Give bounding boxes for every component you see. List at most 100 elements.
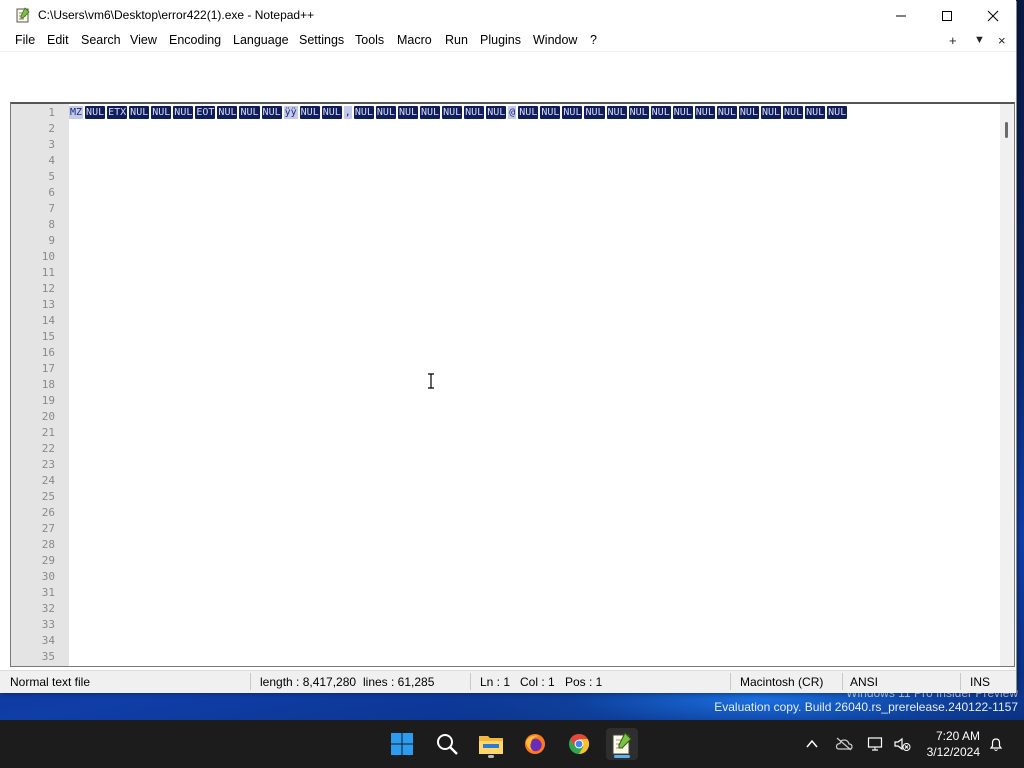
text-token: @ — [508, 106, 517, 119]
chevron-up-icon — [806, 739, 818, 748]
control-char-token: NUL — [420, 106, 441, 119]
menu-tools[interactable]: Tools — [355, 33, 384, 47]
vertical-scrollbar[interactable] — [1000, 104, 1014, 666]
menu-encoding[interactable]: Encoding — [169, 33, 221, 47]
taskbar: 7:20 AM 3/12/2024 — [0, 720, 1024, 768]
taskbar-search-button[interactable] — [431, 728, 463, 760]
taskbar-notepadpp[interactable] — [606, 728, 638, 760]
control-char-token: NUL — [805, 106, 826, 119]
line-number: 21 — [41, 426, 55, 439]
taskbar-file-explorer[interactable] — [475, 728, 507, 760]
control-char-token: NUL — [716, 106, 737, 119]
status-col: Col : 1 — [520, 675, 555, 689]
text-token: , — [343, 106, 352, 119]
watermark-line2: Evaluation copy. Build 26040.rs_prerelea… — [714, 700, 1018, 714]
new-tab-button[interactable]: + — [949, 33, 957, 48]
close-button[interactable] — [970, 0, 1016, 31]
close-icon — [987, 10, 999, 21]
editor-line-1[interactable]: MZ NUL ETX NUL NUL NUL EOT NUL NUL NUL ÿÿ NUL NUL, NU… — [69, 105, 849, 120]
control-char-token: EOT — [195, 106, 216, 119]
show-hidden-icons-button[interactable] — [802, 734, 822, 754]
minimize-button[interactable] — [878, 0, 924, 31]
line-number: 31 — [41, 586, 55, 599]
menu-language[interactable]: Language — [233, 33, 289, 47]
status-length: length : 8,417,280 — [260, 675, 357, 689]
status-eol: Macintosh (CR) — [740, 675, 824, 689]
line-number: 32 — [41, 602, 55, 615]
menu-search[interactable]: Search — [81, 33, 121, 47]
menu-file[interactable]: File — [15, 33, 35, 47]
line-number: 9 — [48, 234, 55, 247]
control-char-token: NUL — [760, 106, 782, 119]
tray-volume[interactable] — [892, 734, 912, 754]
status-pos: Pos : 1 — [565, 675, 603, 689]
firefox-icon — [525, 734, 545, 754]
line-number: 5 — [48, 170, 55, 183]
taskbar-firefox[interactable] — [519, 728, 551, 760]
control-char-token: NUL — [151, 106, 172, 119]
title-bar[interactable]: C:\Users\vm6\Desktop\error422(1).exe - N… — [0, 0, 1016, 31]
control-char-token: NUL — [694, 106, 715, 119]
line-number: 12 — [41, 282, 55, 295]
volume-muted-icon — [894, 737, 911, 751]
line-number: 29 — [41, 554, 55, 567]
notepadpp-app-icon — [16, 7, 30, 23]
line-number: 2 — [48, 122, 55, 135]
menu-bar: File Edit Search View Encoding Language … — [0, 31, 1016, 51]
line-number: 17 — [41, 362, 55, 375]
control-char-token: NUL — [738, 106, 759, 119]
menu-run[interactable]: Run — [445, 33, 468, 47]
system-clock[interactable]: 7:20 AM 3/12/2024 — [927, 728, 980, 760]
text-area[interactable]: MZ NUL ETX NUL NUL NUL EOT NUL NUL NUL ÿÿ NUL NUL, NU… — [69, 104, 1000, 666]
notepadpp-icon — [612, 732, 632, 755]
menu-view[interactable]: View — [130, 33, 157, 47]
line-number: 3 — [48, 138, 55, 151]
menu-help[interactable]: ? — [590, 33, 597, 47]
status-bar: Normal text file length : 8,417,280 line… — [0, 670, 1016, 693]
taskbar-chrome[interactable] — [563, 728, 595, 760]
tray-network[interactable] — [866, 734, 886, 754]
line-number: 19 — [41, 394, 55, 407]
tab-list-dropdown-button[interactable]: ▼ — [974, 34, 985, 46]
menu-settings[interactable]: Settings — [299, 33, 344, 47]
status-file-type: Normal text file — [10, 675, 91, 689]
control-char-token: NUL — [672, 106, 693, 119]
maximize-button[interactable] — [924, 0, 970, 31]
close-tab-button[interactable]: × — [998, 33, 1006, 48]
status-divider — [842, 673, 843, 690]
menu-window[interactable]: Window — [533, 33, 577, 47]
tray-onedrive[interactable] — [834, 734, 854, 754]
menu-edit[interactable]: Edit — [47, 33, 69, 47]
text-token: MZ — [69, 106, 84, 119]
control-char-token: NUL — [827, 106, 848, 119]
line-number-gutter: 1 2 3 4 5 6 7 8 9 10 11 12 13 14 15 16 17 18 19 20 21 22 23 24 2… — [11, 104, 69, 666]
menu-plugins[interactable]: Plugins — [480, 33, 521, 47]
text-token: ÿÿ — [283, 106, 298, 119]
line-number: 6 — [48, 186, 55, 199]
window-title: C:\Users\vm6\Desktop\error422(1).exe - N… — [38, 8, 315, 22]
control-char-token: NUL — [442, 106, 463, 119]
control-char-token: NUL — [129, 106, 150, 119]
line-number: 15 — [41, 330, 55, 343]
status-divider — [960, 673, 961, 690]
scrollbar-thumb[interactable] — [1005, 122, 1008, 138]
text-cursor-icon — [428, 373, 434, 389]
start-button[interactable] — [386, 728, 418, 760]
editor-pane[interactable]: 1 2 3 4 5 6 7 8 9 10 11 12 13 14 15 16 17 18 19 20 21 22 23 24 2… — [10, 102, 1015, 667]
line-number: 30 — [41, 570, 55, 583]
line-number: 16 — [41, 346, 55, 359]
line-number: 18 — [41, 378, 55, 391]
control-char-token: NUL — [353, 106, 374, 119]
menu-macro[interactable]: Macro — [397, 33, 432, 47]
maximize-icon — [942, 10, 952, 21]
line-number: 1 — [48, 106, 55, 119]
chrome-icon — [569, 733, 590, 755]
line-number: 28 — [41, 538, 55, 551]
line-number: 33 — [41, 618, 55, 631]
control-char-token: NUL — [650, 106, 671, 119]
file-explorer-icon — [479, 736, 503, 754]
line-number: 23 — [41, 458, 55, 471]
notifications-button[interactable] — [986, 734, 1006, 754]
status-ln: Ln : 1 — [480, 675, 511, 689]
control-char-token: NUL — [584, 106, 605, 119]
